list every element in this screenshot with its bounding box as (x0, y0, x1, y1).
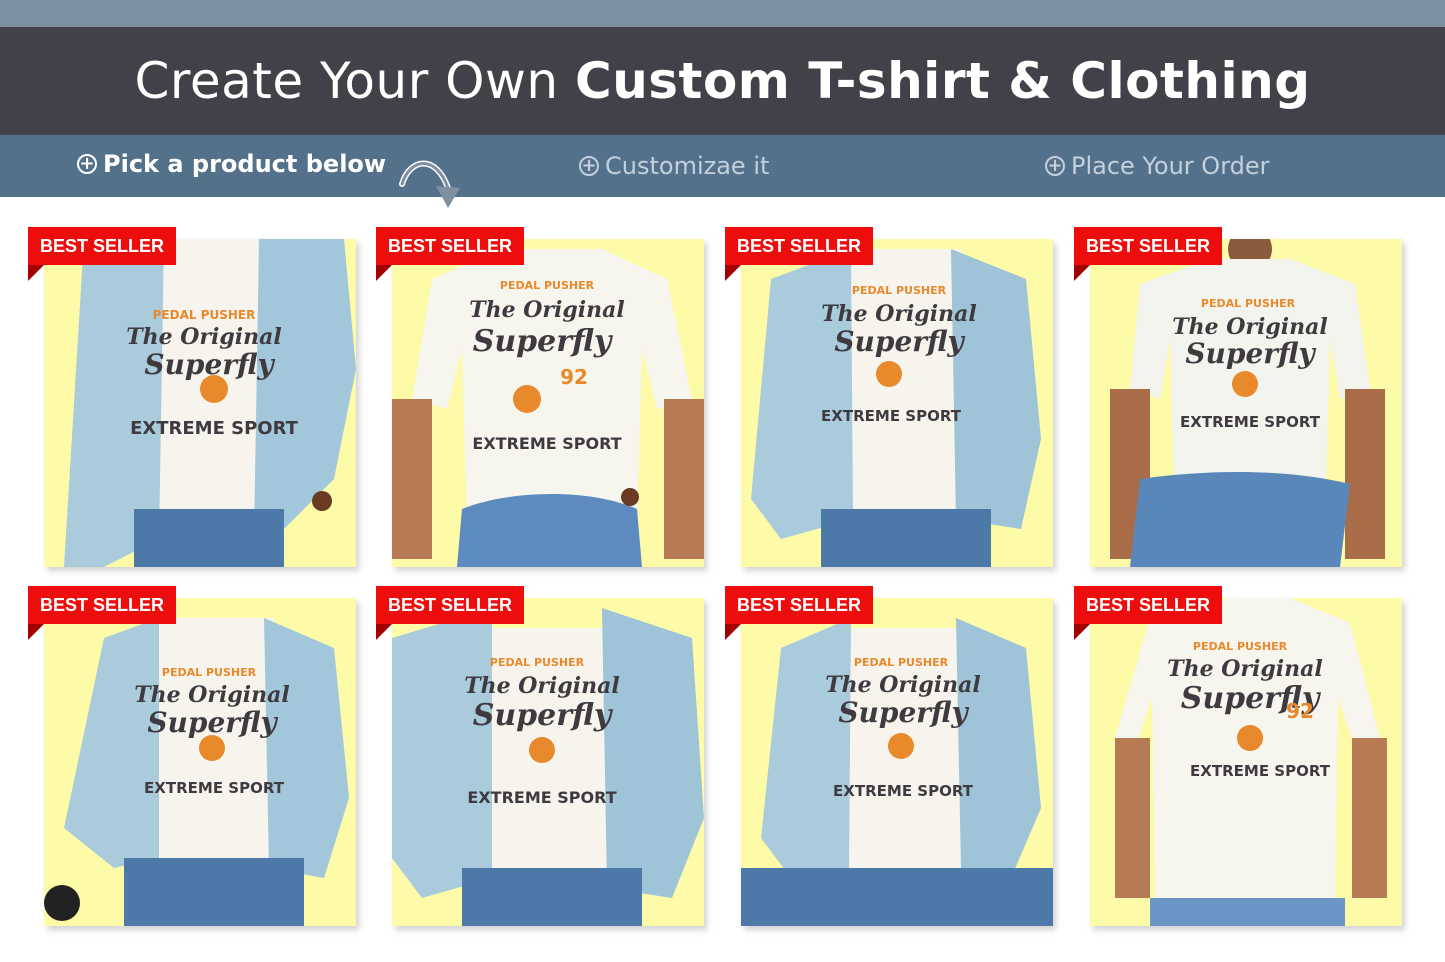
print-script-text: The Original (825, 672, 980, 698)
best-seller-badge: BEST SELLER (28, 586, 177, 624)
print-script-text: The Original (134, 682, 289, 708)
print-top-text: PEDAL PUSHER (854, 656, 949, 669)
product-photo: PEDAL PUSHER The Original Superfly EXTRE… (741, 239, 1053, 567)
model-tshirt-illustration: PEDAL PUSHER The Original Superfly EXTRE… (1110, 239, 1385, 567)
model-jacket-illustration: PEDAL PUSHER The Original Superfly EXTRE… (64, 239, 356, 567)
product-card[interactable]: PEDAL PUSHER The Original Superfly EXTRE… (1074, 227, 1402, 567)
step-pick-product[interactable]: + Pick a product below (77, 150, 386, 178)
print-bottom-text: EXTREME SPORT (821, 407, 962, 425)
print-number-text: 92 (1286, 699, 1314, 723)
model-jacket-illustration: PEDAL PUSHER The Original Superfly EXTRE… (741, 618, 1053, 926)
ribbon-tail (376, 624, 392, 640)
print-top-text: PEDAL PUSHER (1201, 297, 1296, 310)
product-photo: PEDAL PUSHER The Original Superfly EXTRE… (741, 598, 1053, 926)
print-bottom-text: EXTREME SPORT (467, 788, 616, 807)
product-card[interactable]: PEDAL PUSHER The Original Superfly 92 EX… (376, 227, 704, 567)
ribbon-tail (28, 624, 44, 640)
print-top-text: PEDAL PUSHER (500, 279, 595, 292)
product-photo: PEDAL PUSHER The Original Superfly EXTRE… (44, 239, 356, 567)
model-jacket-illustration: PEDAL PUSHER The Original Superfly EXTRE… (751, 249, 1041, 567)
print-top-text: PEDAL PUSHER (852, 284, 947, 297)
print-bottom-text: EXTREME SPORT (1190, 762, 1331, 780)
product-photo: PEDAL PUSHER The Original Superfly EXTRE… (1090, 239, 1402, 567)
product-photo: PEDAL PUSHER The Original Superfly 92 EX… (392, 239, 704, 567)
print-bottom-text: EXTREME SPORT (1180, 413, 1321, 431)
print-bottom-text: EXTREME SPORT (472, 434, 621, 453)
top-strip (0, 0, 1445, 27)
product-photo: PEDAL PUSHER The Original Superfly 92 EX… (1090, 598, 1402, 926)
best-seller-badge: BEST SELLER (1074, 227, 1223, 265)
step-label: Place Your Order (1071, 152, 1270, 180)
best-seller-badge: BEST SELLER (376, 586, 525, 624)
plus-circle-icon: + (579, 156, 599, 176)
ribbon-tail (725, 265, 741, 281)
product-card[interactable]: PEDAL PUSHER The Original Superfly EXTRE… (725, 586, 1053, 926)
print-script-text: Superfly (473, 698, 614, 733)
model-jacket-illustration: PEDAL PUSHER The Original Superfly EXTRE… (392, 608, 704, 926)
print-bottom-text: EXTREME SPORT (130, 418, 299, 439)
product-card[interactable]: PEDAL PUSHER The Original Superfly EXTRE… (725, 227, 1053, 567)
print-script-text: The Original (1167, 656, 1322, 682)
plus-circle-icon: + (77, 154, 97, 174)
print-script-text: The Original (126, 324, 281, 350)
best-seller-badge: BEST SELLER (1074, 586, 1223, 624)
step-label: Pick a product below (103, 150, 387, 178)
steps-bar: + Pick a product below + Customizae it +… (0, 135, 1445, 197)
best-seller-badge: BEST SELLER (28, 227, 177, 265)
best-seller-badge: BEST SELLER (376, 227, 525, 265)
step-customize[interactable]: + Customizae it (579, 152, 769, 180)
curved-arrow-icon (399, 160, 460, 208)
print-script-text: The Original (464, 673, 619, 699)
print-script-text: Superfly (834, 325, 965, 358)
print-script-text: Superfly (147, 706, 278, 739)
product-card[interactable]: PEDAL PUSHER The Original Superfly EXTRE… (28, 227, 356, 567)
model-tshirt-illustration: PEDAL PUSHER The Original Superfly 92 EX… (392, 249, 704, 567)
print-top-text: PEDAL PUSHER (162, 666, 257, 679)
ribbon-tail (376, 265, 392, 281)
model-tshirt-back-illustration: PEDAL PUSHER The Original Superfly 92 EX… (1115, 598, 1387, 926)
product-card[interactable]: PEDAL PUSHER The Original Superfly EXTRE… (28, 586, 356, 926)
print-bottom-text: EXTREME SPORT (144, 779, 285, 797)
ribbon-tail (1074, 265, 1090, 281)
ribbon-tail (1074, 624, 1090, 640)
ribbon-tail (725, 624, 741, 640)
header-banner: Create Your Own Custom T-shirt & Clothin… (0, 27, 1445, 135)
product-card[interactable]: PEDAL PUSHER The Original Superfly 92 EX… (1074, 586, 1402, 926)
print-script-text: The Original (821, 301, 976, 327)
print-bottom-text: EXTREME SPORT (833, 782, 974, 800)
print-script-text: Superfly (1185, 337, 1316, 370)
print-script-text: Superfly (838, 696, 969, 729)
best-seller-badge: BEST SELLER (725, 227, 874, 265)
step-label: Customizae it (605, 152, 770, 180)
page-title: Create Your Own Custom T-shirt & Clothin… (134, 52, 1310, 110)
print-top-text: PEDAL PUSHER (490, 656, 585, 669)
print-script-text: The Original (469, 297, 624, 323)
title-light-text: Create Your Own (134, 52, 559, 110)
print-number-text: 92 (560, 365, 588, 389)
product-photo: PEDAL PUSHER The Original Superfly EXTRE… (44, 598, 356, 926)
best-seller-badge: BEST SELLER (725, 586, 874, 624)
step-place-order[interactable]: + Place Your Order (1045, 152, 1270, 180)
print-top-text: PEDAL PUSHER (153, 308, 256, 322)
product-card[interactable]: PEDAL PUSHER The Original Superfly EXTRE… (376, 586, 704, 926)
model-jacket-illustration: PEDAL PUSHER The Original Superfly EXTRE… (44, 618, 349, 926)
title-bold-text: Custom T-shirt & Clothing (575, 52, 1311, 110)
print-script-text: Superfly (473, 324, 614, 359)
plus-circle-icon: + (1045, 156, 1065, 176)
print-top-text: PEDAL PUSHER (1193, 640, 1288, 653)
product-photo: PEDAL PUSHER The Original Superfly EXTRE… (392, 598, 704, 926)
ribbon-tail (28, 265, 44, 281)
